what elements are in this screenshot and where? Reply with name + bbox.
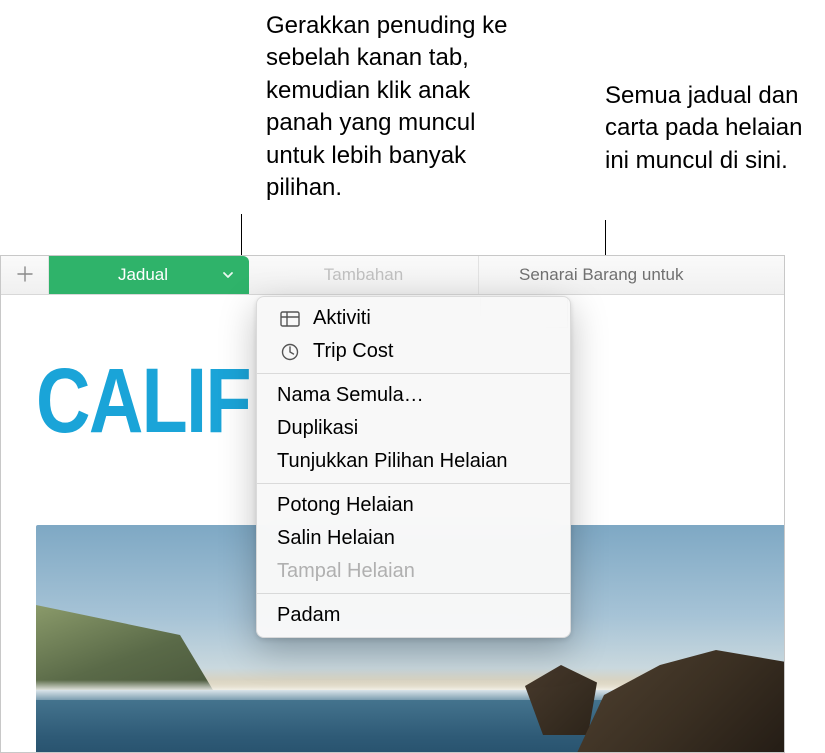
menu-item-tripcost[interactable]: Trip Cost [257, 335, 570, 368]
table-icon [277, 308, 303, 330]
menu-separator [257, 483, 570, 484]
menu-item-delete[interactable]: Padam [257, 599, 570, 632]
menu-item-duplicate[interactable]: Duplikasi [257, 412, 570, 445]
menu-item-label: Tampal Helaian [277, 560, 415, 583]
sheet-context-menu: Aktiviti Trip Cost Nama Semula… Duplikas… [256, 296, 571, 638]
menu-item-paste-sheet: Tampal Helaian [257, 555, 570, 588]
menu-item-rename[interactable]: Nama Semula… [257, 379, 570, 412]
menu-separator [257, 373, 570, 374]
menu-item-label: Aktiviti [313, 307, 371, 330]
callout-tab-arrow: Gerakkan penuding ke sebelah kanan tab, … [266, 10, 526, 204]
plus-icon [17, 262, 33, 288]
menu-item-label: Potong Helaian [277, 494, 414, 517]
menu-separator [257, 593, 570, 594]
sheet-tab[interactable]: Tambahan [249, 256, 479, 294]
menu-item-label: Tunjukkan Pilihan Helaian [277, 450, 508, 473]
sheet-tab-bar: Jadual Tambahan Senarai Barang untuk [1, 256, 784, 295]
sheet-tab-active[interactable]: Jadual [49, 256, 249, 294]
menu-item-show-options[interactable]: Tunjukkan Pilihan Helaian [257, 445, 570, 478]
menu-item-cut-sheet[interactable]: Potong Helaian [257, 489, 570, 522]
menu-item-label: Duplikasi [277, 417, 358, 440]
menu-item-label: Trip Cost [313, 340, 393, 363]
callout-objects-list: Semua jadual dan carta pada helaian ini … [605, 80, 820, 177]
sheet-tab-label: Senarai Barang untuk [519, 265, 683, 285]
menu-item-aktiviti[interactable]: Aktiviti [257, 302, 570, 335]
add-sheet-button[interactable] [1, 256, 49, 294]
menu-item-label: Padam [277, 604, 340, 627]
menu-item-copy-sheet[interactable]: Salin Helaian [257, 522, 570, 555]
menu-item-label: Salin Helaian [277, 527, 395, 550]
clock-icon [277, 341, 303, 363]
sheet-tab-label: Tambahan [324, 265, 403, 285]
page-title: CALIF [36, 349, 250, 454]
menu-item-label: Nama Semula… [277, 384, 424, 407]
sheet-tab[interactable]: Senarai Barang untuk [479, 256, 784, 294]
sheet-tab-label: Jadual [118, 265, 168, 285]
chevron-down-icon[interactable] [221, 268, 235, 282]
